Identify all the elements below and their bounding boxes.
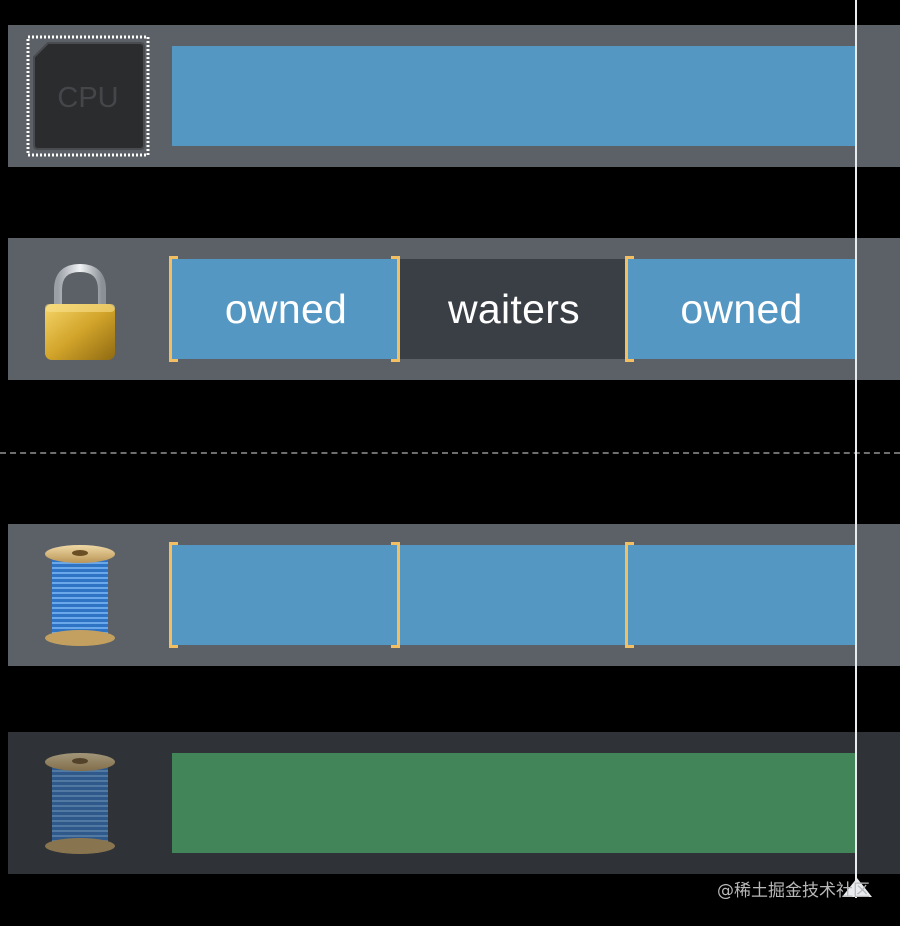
thread-running-segment [628, 545, 855, 645]
cpu-chip-icon: CPU [26, 35, 150, 157]
lock-lane: owned waiters owned [8, 238, 900, 380]
owned-label: owned [680, 285, 803, 332]
release-bracket [391, 542, 400, 648]
thread-lane-inactive [8, 732, 900, 874]
thread-running-segment [400, 545, 628, 645]
section-divider [0, 452, 900, 454]
watermark: @稀土掘金技术社区 [717, 881, 870, 901]
lock-owned-segment: owned [172, 259, 400, 359]
cpu-icon-label: CPU [57, 82, 118, 114]
lock-owned-segment: owned [628, 259, 855, 359]
cpu-lane: CPU [8, 25, 900, 167]
release-bracket [391, 256, 400, 362]
thread-lane [8, 524, 900, 666]
waiters-label: waiters [448, 285, 580, 332]
timeline-playhead[interactable] [855, 0, 857, 898]
acquire-bracket [169, 256, 178, 362]
acquire-bracket [625, 542, 634, 648]
lock-waiters-segment: waiters [400, 259, 628, 359]
acquire-bracket [625, 256, 634, 362]
thread-activity-bar [172, 753, 855, 853]
acquire-bracket [169, 542, 178, 648]
thread-spool-icon [44, 542, 116, 648]
padlock-icon [42, 262, 118, 362]
cpu-activity-bar [172, 46, 855, 146]
thread-running-segment [172, 545, 400, 645]
owned-label: owned [224, 285, 348, 332]
thread-spool-dim-icon [44, 750, 116, 856]
